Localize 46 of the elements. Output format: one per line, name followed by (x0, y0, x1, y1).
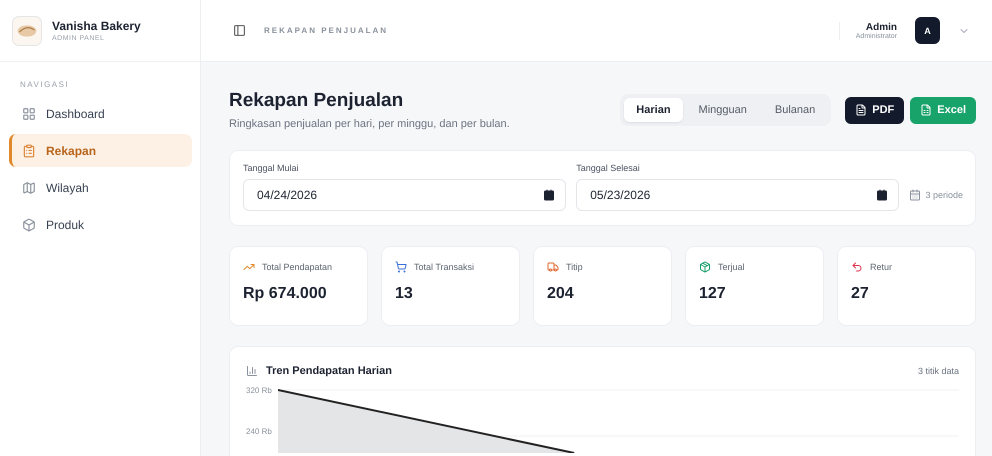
user-avatar[interactable]: A (915, 17, 940, 44)
sidebar-item[interactable]: Wilayah (9, 171, 192, 204)
page-subtitle: Ringkasan penjualan per hari, per minggu, dan per bulan. (229, 118, 511, 130)
date-field[interactable]: 05/23/2026 (576, 179, 900, 211)
chart-title: Tren Pendapatan Harian (266, 365, 393, 377)
field-label: Tanggal Mulai (243, 163, 300, 173)
box-icon (22, 218, 36, 232)
field-label: Tanggal Selesai (576, 163, 641, 173)
stat-label: Total Transaksi (414, 262, 474, 272)
grid-icon (22, 106, 36, 120)
sidebar-item[interactable]: Produk (9, 208, 192, 241)
calendar-icon (909, 189, 922, 201)
period-tab[interactable]: Mingguan (686, 98, 759, 122)
axis-label: 320 Rb (246, 386, 272, 395)
period-count: 3 periode (925, 190, 963, 200)
period-tab[interactable]: Harian (624, 98, 683, 122)
stat-value: 127 (699, 285, 727, 303)
axis-label: 240 Rb (246, 427, 272, 436)
map-icon (22, 180, 36, 194)
user-name: Admin (866, 22, 897, 32)
chart-count: 3 titik data (918, 366, 959, 376)
period-tab[interactable]: Bulanan (762, 98, 828, 122)
stat-label: Total Pendapatan (262, 262, 332, 272)
stat-label: Terjual (718, 262, 745, 272)
clipboard-icon (22, 144, 36, 158)
sidebar-item[interactable]: Rekapan (9, 134, 192, 167)
stat-label: Titip (566, 262, 583, 272)
nav-heading: NAVIGASI (20, 80, 70, 89)
stat-value: 13 (395, 285, 414, 303)
stat-value: Rp 674.000 (243, 285, 328, 303)
bar-chart-icon (246, 365, 258, 377)
date-field[interactable]: 04/24/2026 (243, 179, 566, 211)
export-button[interactable]: PDF (845, 96, 904, 124)
sidebar-item[interactable]: Dashboard (9, 97, 192, 130)
breadcrumb: REKAPAN PENJUALAN (264, 26, 390, 35)
stat-value: 27 (851, 285, 870, 303)
brand-name: Vanisha Bakery (52, 19, 141, 33)
page-title: Rekapan Penjualan (229, 90, 404, 112)
document-icon (855, 104, 868, 116)
sidebar-toggle-icon[interactable] (233, 24, 246, 37)
document-icon (920, 104, 932, 116)
calendar-icon[interactable] (543, 189, 556, 201)
calendar-icon[interactable] (876, 189, 888, 201)
stat-value: 204 (547, 285, 575, 303)
logo-icon (12, 16, 42, 46)
stat-label: Retur (870, 262, 892, 272)
